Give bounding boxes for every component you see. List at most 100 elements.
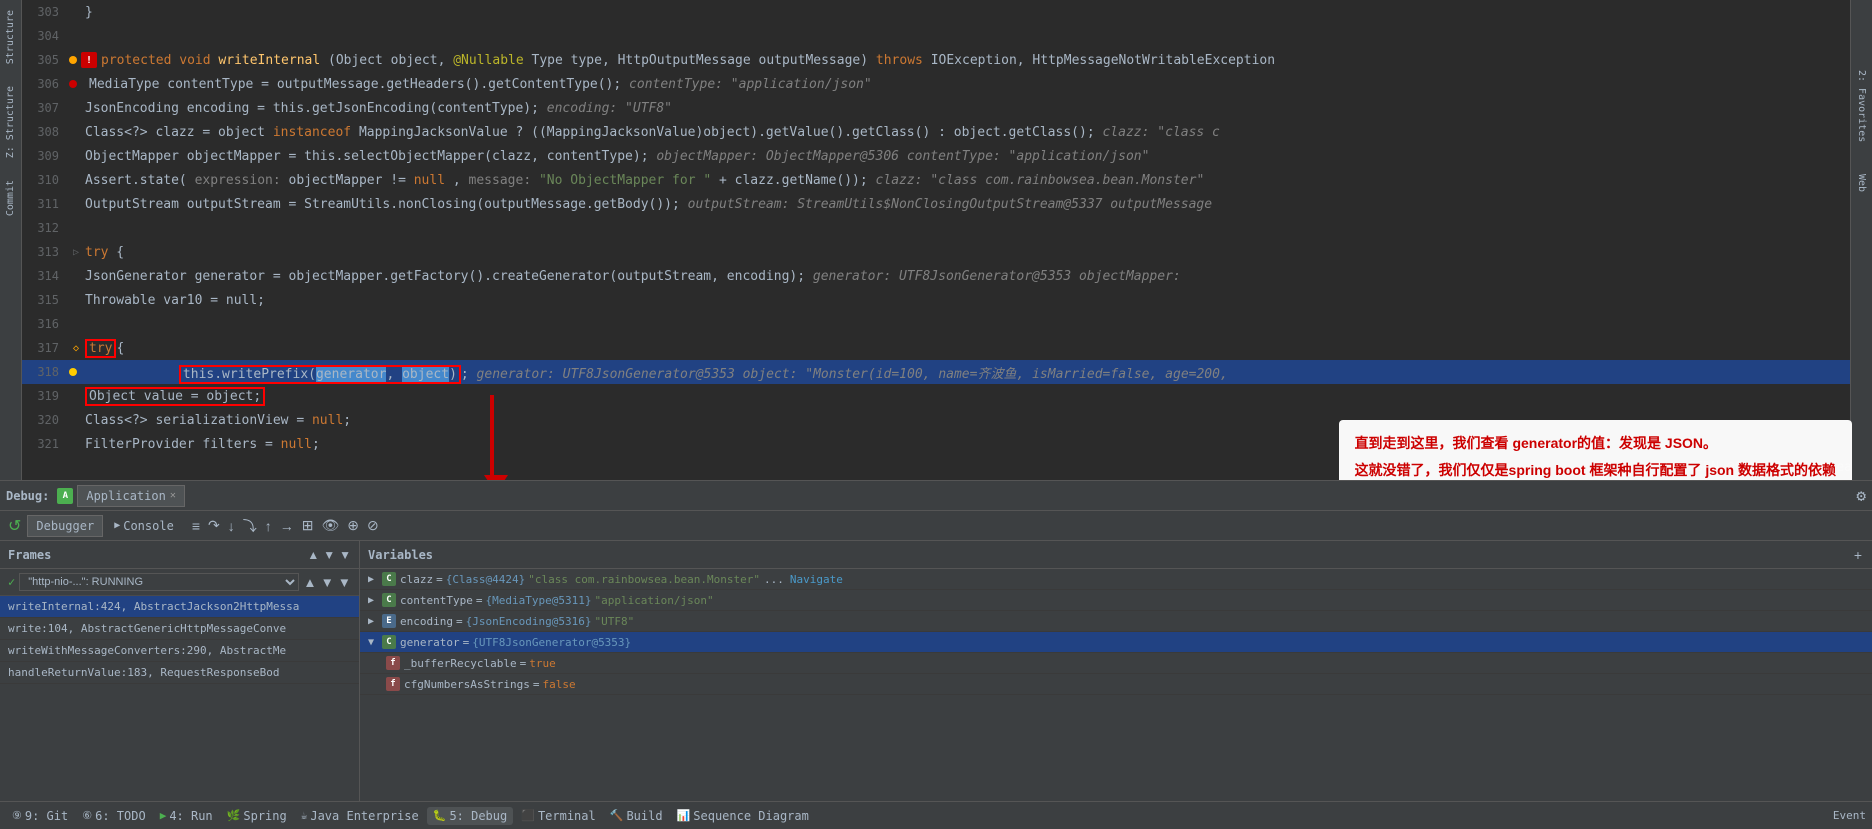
terminal-btn[interactable]: ⬛ Terminal — [515, 807, 602, 825]
git-btn[interactable]: ⑨ 9: Git — [6, 807, 74, 825]
sequence-icon: 📊 — [677, 809, 691, 822]
z-structure-sidebar[interactable]: Z: Structure — [5, 86, 16, 158]
debug-panel: Debug: A Application ✕ ⚙ ↺ Debugger ▶ — [0, 480, 1872, 801]
spring-icon: 🌿 — [227, 809, 241, 822]
thread-filter[interactable]: ▼ — [338, 575, 351, 590]
var-name-generator: generator — [400, 636, 460, 649]
code-line-309: 309 ObjectMapper objectMapper = this.sel… — [22, 144, 1862, 168]
app-icon: A — [57, 488, 73, 504]
type-icon-contenttype: C — [382, 593, 396, 607]
todo-icon: ⑥ — [82, 809, 92, 822]
var-cfgnumbersasstrings[interactable]: f cfgNumbersAsStrings = false — [360, 674, 1872, 695]
frame-item-2[interactable]: writeWithMessageConverters:290, Abstract… — [0, 640, 359, 662]
step-over[interactable]: ↷ — [205, 515, 223, 536]
var-name-clazz: clazz — [400, 573, 433, 586]
commit-sidebar[interactable]: Commit — [5, 180, 16, 216]
field-name-1: _bufferRecyclable — [404, 657, 517, 670]
settings-icon[interactable]: ⚙ — [1856, 486, 1866, 505]
thread-down[interactable]: ▼ — [321, 575, 334, 590]
show-execution-point[interactable]: ≡ — [189, 516, 203, 536]
add-var[interactable]: + — [1852, 545, 1864, 565]
structure-sidebar[interactable]: Structure — [5, 10, 16, 64]
type-icon-generator: C — [382, 635, 396, 649]
var-generator[interactable]: ▼ C generator = {UTF8JsonGenerator@5353} — [360, 632, 1872, 653]
frame-item-3[interactable]: handleReturnValue:183, RequestResponseBo… — [0, 662, 359, 684]
thread-up[interactable]: ▲ — [303, 575, 316, 590]
code-line-312: 312 — [22, 216, 1862, 240]
step-out[interactable]: ↑ — [262, 516, 275, 536]
vars-list: ▶ C clazz = {Class@4424} "class com.rain… — [360, 569, 1872, 801]
chinese-annotation-box: 直到走到这里，我们查看 generator的值：发现是 JSON。 这就没错了，… — [1339, 420, 1852, 480]
frames-down[interactable]: ▼ — [323, 548, 335, 562]
right-side-panel: 2: Favorites Web — [1850, 0, 1872, 480]
run-to-cursor[interactable]: → — [277, 516, 297, 536]
breakpoint-318 — [69, 368, 77, 376]
var-clazz[interactable]: ▶ C clazz = {Class@4424} "class com.rain… — [360, 569, 1872, 590]
type-icon-field1: f — [386, 656, 400, 670]
todo-btn[interactable]: ⑥ 6: TODO — [76, 807, 151, 825]
application-tab[interactable]: Application ✕ — [77, 485, 185, 507]
type-icon-encoding: E — [382, 614, 396, 628]
warning-icon: ! — [81, 52, 97, 68]
java-enterprise-label: Java Enterprise — [310, 809, 418, 823]
var-bufferrecyclable[interactable]: f _bufferRecyclable = true — [360, 653, 1872, 674]
expand-clazz[interactable]: ▶ — [368, 574, 382, 585]
variables-panel: Variables + ▶ C clazz = {Class@4424} — [360, 541, 1872, 801]
console-tab-btn[interactable]: ▶ Console — [105, 515, 183, 537]
close-tab-icon[interactable]: ✕ — [170, 490, 176, 501]
thread-selector[interactable]: "http-nio-...": RUNNING — [19, 573, 299, 591]
sequence-btn[interactable]: 📊 Sequence Diagram — [671, 807, 815, 825]
step-into-my-code[interactable]: ⤵ — [240, 514, 260, 538]
annotation-line2: 这就没错了，我们仅仅是spring boot 框架种自行配置了 json 数据格… — [1355, 457, 1836, 480]
show-watches[interactable]: 👁 — [318, 515, 342, 536]
console-icon: ▶ — [114, 520, 120, 531]
favorites-sidebar[interactable]: 2: Favorites — [1856, 70, 1867, 142]
type-icon-field2: f — [386, 677, 400, 691]
frame-item-1[interactable]: write:104, AbstractGenericHttpMessageCon… — [0, 618, 359, 640]
code-line-313: 313 ▷ try { — [22, 240, 1862, 264]
application-tab-label: Application — [86, 489, 165, 503]
debug-label: Debug: — [6, 489, 49, 503]
frames-header: Frames ▲ ▼ ▼ — [0, 541, 359, 569]
web-sidebar[interactable]: Web — [1856, 174, 1867, 192]
run-btn[interactable]: ▶ 4: Run — [154, 807, 219, 825]
expand-encoding[interactable]: ▶ — [368, 616, 382, 627]
run-label: 4: Run — [169, 809, 212, 823]
expand-contenttype[interactable]: ▶ — [368, 595, 382, 606]
mute-breakpoints[interactable]: ⊘ — [364, 515, 382, 536]
spring-btn[interactable]: 🌿 Spring — [221, 807, 293, 825]
code-line-311: 311 OutputStream outputStream = StreamUt… — [22, 192, 1862, 216]
breakpoint-indicator — [69, 56, 77, 64]
frames-up[interactable]: ▲ — [307, 548, 319, 562]
breakpoints-button[interactable]: ⊕ — [344, 515, 362, 536]
run-icon: ▶ — [160, 809, 167, 822]
navigate-clazz[interactable]: Navigate — [790, 573, 843, 586]
build-btn[interactable]: 🔨 Build — [604, 807, 669, 825]
frame-item-0[interactable]: writeInternal:424, AbstractJackson2HttpM… — [0, 596, 359, 618]
restart-button[interactable]: ↺ — [4, 514, 25, 538]
type-icon-clazz: C — [382, 572, 396, 586]
frames-list: writeInternal:424, AbstractJackson2HttpM… — [0, 596, 359, 801]
checkmark-icon: ✓ — [8, 575, 15, 589]
debug-btn[interactable]: 🐛 5: Debug — [427, 807, 514, 825]
bottom-toolbar: ⑨ 9: Git ⑥ 6: TODO ▶ 4: Run 🌿 Spring ☕ J… — [0, 801, 1872, 829]
todo-label: 6: TODO — [95, 809, 146, 823]
small-triangle: ◇ — [67, 343, 85, 354]
code-line-316: 316 — [22, 312, 1862, 336]
terminal-label: Terminal — [538, 809, 596, 823]
var-contenttype[interactable]: ▶ C contentType = {MediaType@5311} "appl… — [360, 590, 1872, 611]
var-encoding[interactable]: ▶ E encoding = {JsonEncoding@5316} "UTF8… — [360, 611, 1872, 632]
java-enterprise-btn[interactable]: ☕ Java Enterprise — [295, 807, 425, 825]
terminal-icon: ⬛ — [521, 809, 535, 822]
expand-generator[interactable]: ▼ — [368, 637, 382, 648]
code-editor: Structure Z: Structure 303 } 304 305 — [0, 0, 1872, 480]
debugger-tab-btn[interactable]: Debugger — [27, 515, 103, 537]
evaluate-expression[interactable]: ⊞ — [299, 515, 317, 536]
java-enterprise-icon: ☕ — [301, 809, 308, 822]
frames-filter[interactable]: ▼ — [339, 548, 351, 562]
code-line-314: 314 JsonGenerator generator = objectMapp… — [22, 264, 1862, 288]
git-icon: ⑨ — [12, 809, 22, 822]
code-line-306: 306 MediaType contentType = outputMessag… — [22, 72, 1862, 96]
frames-panel: Frames ▲ ▼ ▼ ✓ "http-nio-...": RUNNING ▲… — [0, 541, 360, 801]
step-into[interactable]: ↓ — [225, 516, 238, 536]
